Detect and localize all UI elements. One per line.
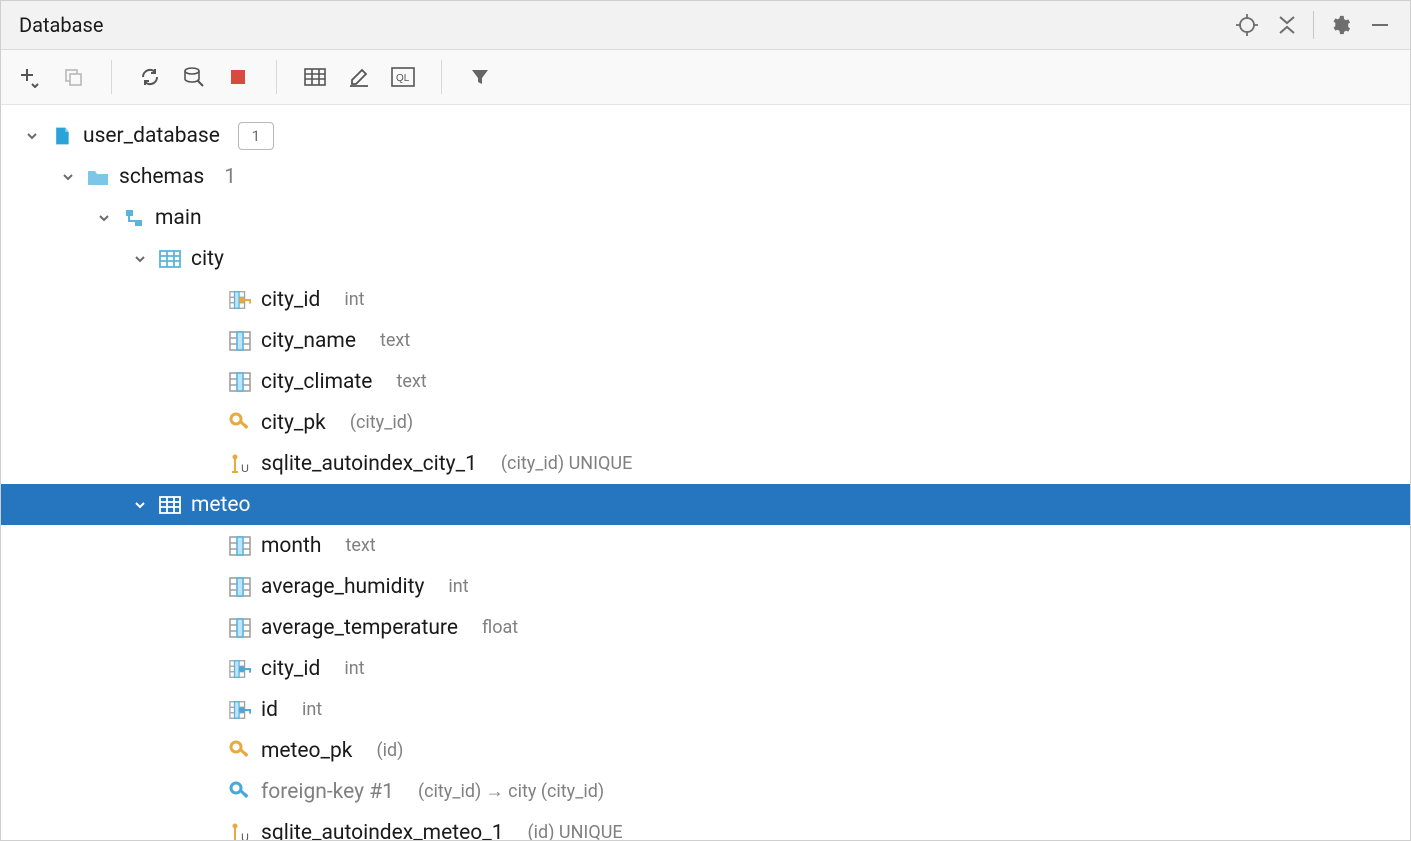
column-meta: int [344, 289, 364, 310]
tree-column[interactable]: city_pk (city_id) [1, 402, 1410, 443]
column-label: city_id [261, 288, 320, 312]
locate-icon[interactable] [1227, 8, 1267, 42]
tree-column[interactable]: id int [1, 689, 1410, 730]
table-icon [159, 494, 181, 516]
svg-text:U: U [241, 463, 249, 475]
chevron-down-icon[interactable] [95, 212, 113, 224]
column-meta: text [345, 535, 375, 556]
refresh-button[interactable] [132, 59, 168, 95]
tree-column[interactable]: foreign-key #1 (city_id) → city (city_id) [1, 771, 1410, 812]
column-label: meteo_pk [261, 739, 352, 763]
chevron-down-icon[interactable] [23, 130, 41, 142]
primary-key-icon [229, 412, 251, 434]
chevron-down-icon[interactable] [59, 171, 77, 183]
table-label: city [191, 247, 224, 271]
column-pk-icon [229, 289, 251, 311]
column-meta: text [380, 330, 410, 351]
divider [441, 60, 442, 94]
column-meta: int [344, 658, 364, 679]
column-icon [229, 330, 251, 352]
column-icon [229, 576, 251, 598]
add-datasource-button[interactable] [11, 59, 47, 95]
column-meta: int [448, 576, 468, 597]
tree-column[interactable]: city_name text [1, 320, 1410, 361]
tree-table-city[interactable]: city [1, 238, 1410, 279]
column-fk-icon [229, 658, 251, 680]
tree-column[interactable]: average_temperature float [1, 607, 1410, 648]
stop-button[interactable] [220, 59, 256, 95]
tree-column[interactable]: city_id int [1, 648, 1410, 689]
tree-column[interactable]: month text [1, 525, 1410, 566]
schema-icon [123, 207, 145, 229]
divider [111, 60, 112, 94]
chevron-down-icon[interactable] [131, 253, 149, 265]
collapse-all-icon[interactable] [1267, 8, 1307, 42]
database-icon [51, 125, 73, 147]
panel-header: Database [1, 1, 1410, 50]
column-meta: int [302, 699, 322, 720]
column-meta: float [482, 617, 518, 638]
minimize-icon[interactable] [1360, 8, 1400, 42]
datasource-properties-button[interactable] [176, 59, 212, 95]
column-label: city_name [261, 329, 356, 353]
schemas-count: 1 [224, 165, 236, 189]
column-meta: (id) [376, 740, 403, 761]
filter-button[interactable] [462, 59, 498, 95]
column-meta: (id) UNIQUE [528, 822, 623, 840]
database-tree[interactable]: user_database1schemas1maincitycity_idint… [1, 105, 1410, 840]
column-fk-icon [229, 699, 251, 721]
svg-text:QL: QL [396, 73, 410, 84]
index-icon: U [229, 453, 251, 475]
datasource-count-badge: 1 [238, 122, 274, 150]
tree-schema[interactable]: main [1, 197, 1410, 238]
column-label: average_temperature [261, 616, 458, 640]
column-label: sqlite_autoindex_city_1 [261, 452, 477, 476]
table-icon [159, 248, 181, 270]
tree-schemas-folder[interactable]: schemas 1 [1, 156, 1410, 197]
tree-column[interactable]: city_id int [1, 279, 1410, 320]
tree-column[interactable]: Usqlite_autoindex_meteo_1 (id) UNIQUE [1, 812, 1410, 840]
column-label: city_id [261, 657, 320, 681]
folder-icon [87, 166, 109, 188]
header-controls [1227, 8, 1400, 42]
svg-text:U: U [241, 832, 249, 841]
column-label: foreign-key #1 [261, 780, 394, 804]
schemas-label: schemas [119, 165, 204, 189]
settings-icon[interactable] [1320, 8, 1360, 42]
tree-column[interactable]: average_humidity int [1, 566, 1410, 607]
tree-column[interactable]: meteo_pk (id) [1, 730, 1410, 771]
divider [276, 60, 277, 94]
tree-table-meteo[interactable]: meteo [1, 484, 1410, 525]
query-console-button[interactable]: QL [385, 59, 421, 95]
datasource-label: user_database [83, 124, 220, 148]
panel-title: Database [19, 13, 103, 37]
toolbar: QL [1, 50, 1410, 105]
table-view-button[interactable] [297, 59, 333, 95]
column-icon [229, 535, 251, 557]
chevron-down-icon[interactable] [131, 499, 149, 511]
column-icon [229, 617, 251, 639]
column-label: city_pk [261, 411, 326, 435]
column-meta: (city_id) UNIQUE [501, 453, 632, 474]
primary-key-icon [229, 740, 251, 762]
tree-column[interactable]: Usqlite_autoindex_city_1 (city_id) UNIQUE [1, 443, 1410, 484]
table-label: meteo [191, 493, 251, 517]
schema-label: main [155, 206, 202, 230]
foreign-key-icon [229, 781, 251, 803]
column-label: id [261, 698, 278, 722]
divider [1313, 11, 1314, 39]
column-label: month [261, 534, 321, 558]
tree-column[interactable]: city_climate text [1, 361, 1410, 402]
duplicate-button[interactable] [55, 59, 91, 95]
column-icon [229, 371, 251, 393]
column-label: average_humidity [261, 575, 424, 599]
column-meta: (city_id) [350, 412, 413, 433]
column-meta: text [396, 371, 426, 392]
column-label: sqlite_autoindex_meteo_1 [261, 821, 504, 841]
column-meta: (city_id) → city (city_id) [418, 781, 604, 802]
edit-ddl-button[interactable] [341, 59, 377, 95]
tree-datasource[interactable]: user_database 1 [1, 115, 1410, 156]
column-label: city_climate [261, 370, 372, 394]
index-icon: U [229, 822, 251, 841]
